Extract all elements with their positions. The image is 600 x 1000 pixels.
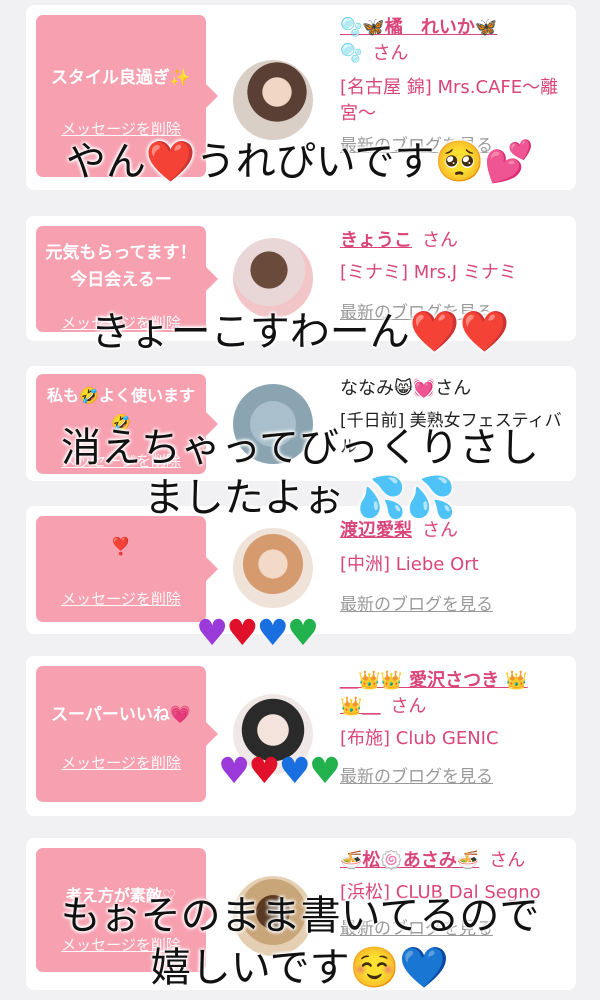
avatar[interactable] [233,528,313,608]
heart-icon: ♥ [278,751,311,792]
san-label: さん [422,230,458,251]
user-name-link[interactable]: ＿👑👑 愛沢さつき 👑 [340,670,528,691]
overlay-caption: やん❤️うれぴいです🥺💕 [65,139,535,185]
user-name-link[interactable]: 🍜松🍥あさみ🍜 [340,850,479,871]
hearts-sticker: ♥♥♥♥ [218,751,341,792]
overlay-caption: 嬉しいです☺️💙 [150,945,450,991]
heart-icon: ♥ [256,613,289,654]
heart-icon: ♥ [218,751,250,792]
overlay-caption: 消えちゃってびっくりさし [61,425,539,471]
delete-message-link[interactable]: メッセージを削除 [36,118,206,139]
san-label: さん [422,520,458,541]
hearts-sticker: ♥♥♥♥ [196,613,319,654]
message-bubble: ❣️ メッセージを削除 [36,516,218,622]
overlay-caption: もぉそのまま書いてるので [60,893,540,939]
delete-message-link[interactable]: メッセージを削除 [36,588,206,609]
message-text: スーパーいいね💗 [51,705,191,725]
message-bubble: スーパーいいね💗 メッセージを削除 [36,666,218,802]
overlay-caption: ましたよぉ 💦💦 [143,475,457,521]
shop-info: [名古屋 錦] Mrs.CAFE〜離宮〜 [340,77,559,124]
user-name-link[interactable]: 🫧🦋橘 れいか🦋 [340,17,497,38]
user-name-cont: 🫧 [340,43,363,64]
san-label: さん [372,43,409,64]
delete-message-link[interactable]: メッセージを削除 [36,752,206,773]
message-text: ❣️ [110,537,132,557]
san-label: さん [390,696,427,717]
shop-info: [ミナミ] Mrs.J ミナミ [340,262,517,283]
overlay-caption: きょーこすわーん❤️❤️ [90,309,510,355]
message-text: 元気もらってます！今日会えるー [45,243,197,290]
san-label: さん [489,850,526,871]
message-text: スタイル良過ぎ✨ [50,68,192,88]
heart-icon: ♥ [286,613,319,654]
message-card: スーパーいいね💗 メッセージを削除 ＿👑👑 愛沢さつき 👑 👑＿ さん [布施] … [26,656,576,816]
user-name-cont[interactable]: 👑＿ [340,696,380,717]
shop-info: [布施] Club GENIC [340,728,499,749]
shop-info: [中洲] Liebe Ort [340,554,479,575]
user-name-link[interactable]: きょうこ [340,230,412,251]
latest-blog-link[interactable]: 最新のブログを見る [340,764,576,790]
user-name[interactable]: ななみ😸💓さん [340,376,576,402]
avatar[interactable] [233,60,313,140]
heart-icon: ♥ [248,751,280,792]
avatar[interactable] [233,238,313,318]
user-name-link[interactable]: 渡辺愛梨 [340,520,412,541]
heart-icon: ♥ [308,751,341,792]
heart-icon: ♥ [226,613,258,654]
heart-icon: ♥ [196,613,228,654]
latest-blog-link[interactable]: 最新のブログを見る [340,592,576,618]
